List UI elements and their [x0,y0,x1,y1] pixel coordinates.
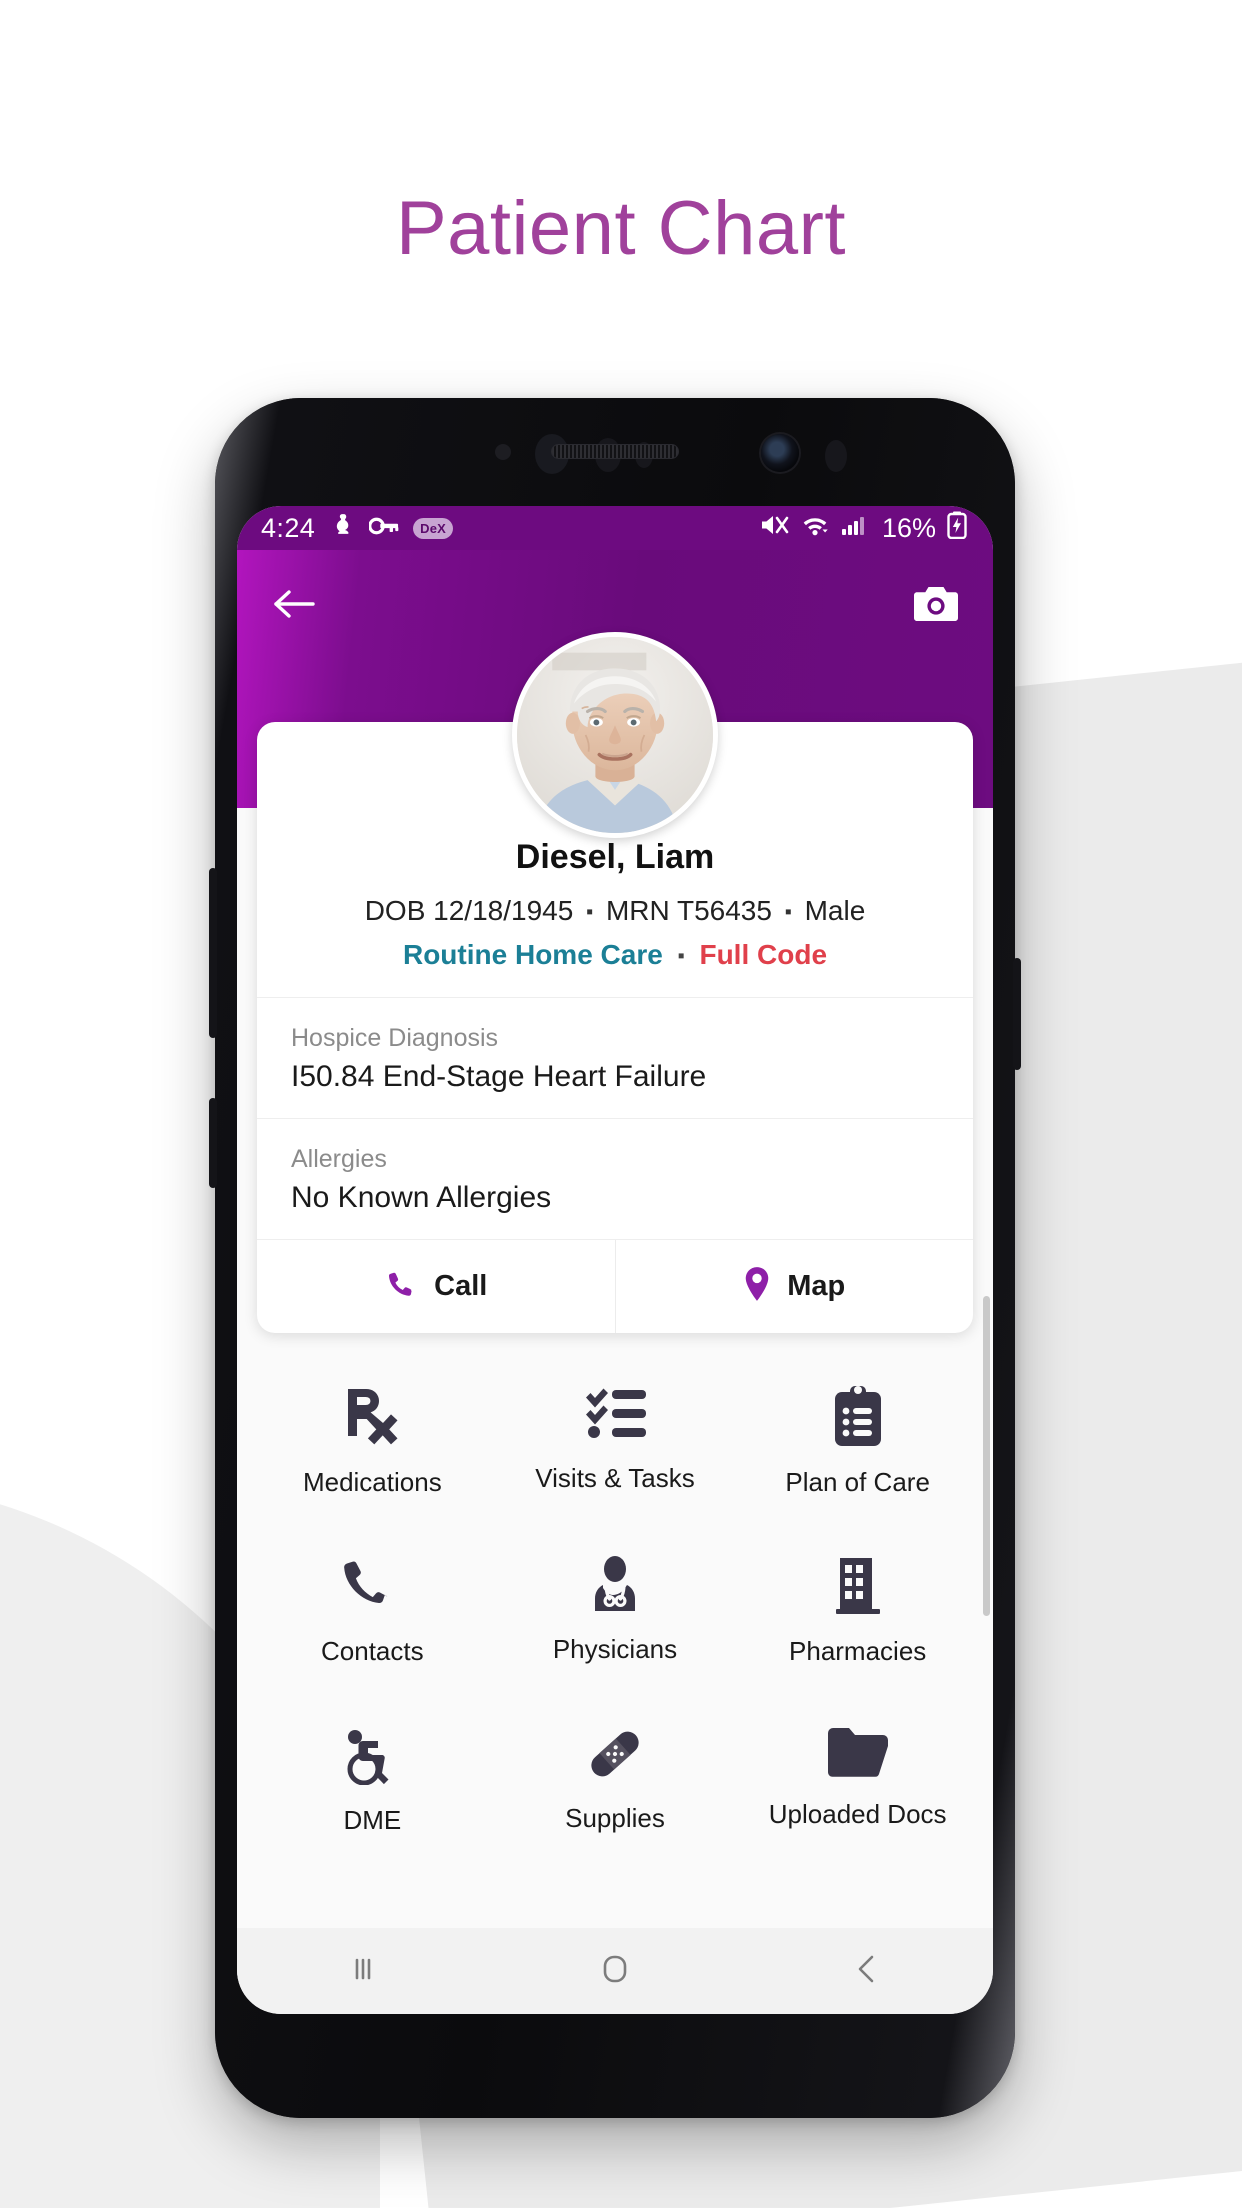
android-nav-bar [237,1928,993,2014]
recents-icon [348,1954,378,1989]
scrollbar[interactable] [983,1296,990,1616]
code-status-badge: Full Code [699,939,828,970]
open-folder-icon [826,1725,890,1779]
phone-screen: 4:24 DeX 16% Diesel, Liam DOB 12/18/1945… [237,506,993,2014]
hospice-diagnosis-value: I50.84 End-Stage Heart Failure [291,1060,707,1093]
hospice-diagnosis-section: Hospice Diagnosis I50.84 End-Stage Heart… [257,997,973,1118]
phone-handset-icon [342,1556,402,1616]
proximity-sensor-icon [495,444,511,460]
signal-icon [841,512,869,545]
extra-sensor-icon [825,440,847,472]
wheelchair-icon [343,1725,401,1785]
meta-separator-1: ▪ [586,901,594,923]
patient-gender: Male [804,895,866,926]
volume-button[interactable] [209,868,217,1038]
tile-medications[interactable]: Medications [251,1385,494,1498]
hospice-diagnosis-label: Hospice Diagnosis [291,1024,499,1052]
do-not-disturb-icon [329,512,355,545]
battery-charging-icon [947,511,967,546]
tile-label-dme: DME [343,1805,402,1835]
assistant-button[interactable] [209,1098,217,1188]
status-bar-time: 4:24 [261,512,316,543]
quick-actions-row: Call Map [257,1239,973,1333]
call-label: Call [434,1270,488,1302]
meta-separator-2: ▪ [784,901,792,923]
tile-dme[interactable]: DME [251,1725,494,1836]
page-title: Patient Chart [395,186,847,271]
map-button[interactable]: Map [614,1240,974,1333]
patient-mrn: MRN T56435 [605,895,772,926]
vpn-key-icon [368,513,399,544]
tile-label-medications: Medications [302,1467,442,1497]
call-button[interactable]: Call [257,1240,615,1333]
bandage-icon [586,1725,644,1783]
front-camera-icon [761,434,799,472]
tile-label-supplies: Supplies [565,1803,665,1833]
wifi-icon [800,512,830,545]
phone-icon [384,1267,418,1306]
tile-pharmacies[interactable]: Pharmacies [736,1556,979,1667]
power-button[interactable] [1013,958,1021,1070]
tile-label-visits-tasks: Visits & Tasks [535,1463,695,1493]
earpiece-speaker-icon [551,444,679,459]
tile-plan-of-care[interactable]: Plan of Care [736,1385,979,1498]
building-icon [833,1556,883,1616]
allergies-value: No Known Allergies [291,1181,552,1214]
battery-percent-label: 16% [881,512,936,543]
map-label: Map [787,1270,846,1302]
avatar[interactable] [512,632,718,838]
tile-uploaded-docs[interactable]: Uploaded Docs [736,1725,979,1836]
mute-icon [759,512,789,545]
recents-button[interactable] [303,1954,423,1989]
allergies-label: Allergies [291,1145,387,1173]
home-button[interactable] [555,1953,675,1990]
allergies-section: Allergies No Known Allergies [257,1118,973,1239]
tile-visits-tasks[interactable]: Visits & Tasks [494,1385,737,1498]
tile-label-contacts: Contacts [321,1636,424,1666]
phone-device-frame: 4:24 DeX 16% Diesel, Liam DOB 12/18/1945… [209,398,1021,2118]
home-icon [600,1953,630,1990]
tile-physicians[interactable]: Physicians [494,1556,737,1667]
tile-supplies[interactable]: Supplies [494,1725,737,1836]
tile-label-uploaded-docs: Uploaded Docs [768,1799,947,1829]
map-pin-icon [743,1266,771,1307]
doctor-icon [586,1556,644,1614]
clipboard-icon [833,1385,883,1447]
tile-label-plan-of-care: Plan of Care [785,1467,930,1497]
status-bar: 4:24 DeX 16% [237,506,993,550]
level-of-care-badge: Routine Home Care [402,939,663,970]
status-separator: ▪ [677,945,685,967]
patient-name: Diesel, Liam [515,838,715,876]
checklist-icon [584,1385,646,1443]
tile-label-pharmacies: Pharmacies [789,1636,927,1666]
feature-grid: Medications Visits & Tasks Plan of Care … [237,1333,993,1876]
patient-dob: DOB 12/18/1945 [364,895,574,926]
rx-icon [342,1385,402,1447]
patient-demographics: DOB 12/18/1945 ▪ MRN T56435 ▪ Male [257,895,973,927]
back-button[interactable] [807,1953,927,1990]
camera-icon[interactable] [909,577,963,631]
tile-label-physicians: Physicians [552,1634,678,1664]
chevron-left-icon [854,1953,880,1990]
back-arrow-icon[interactable] [267,577,321,631]
tile-contacts[interactable]: Contacts [251,1556,494,1667]
dex-badge: DeX [413,517,454,539]
patient-status-row: Routine Home Care ▪ Full Code [257,939,973,971]
phone-bezel-top [215,398,1015,508]
